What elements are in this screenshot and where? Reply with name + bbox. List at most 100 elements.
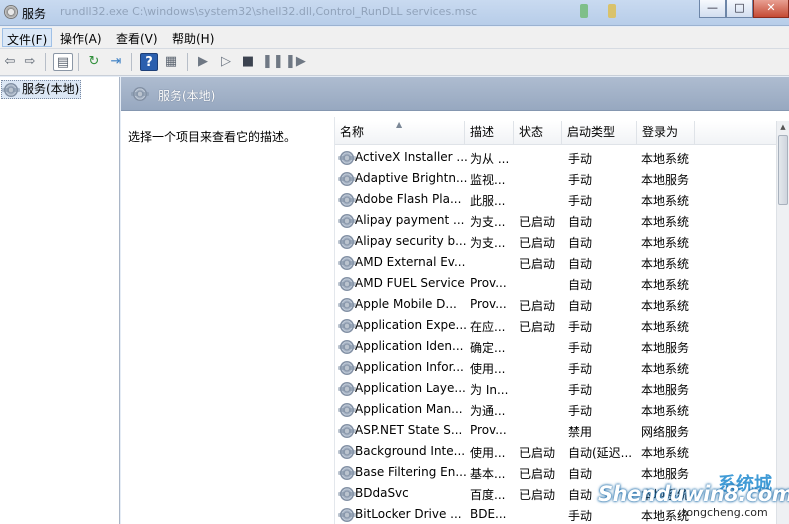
show-tree-icon[interactable]: ▤: [53, 53, 73, 71]
cell-desc: 此服...: [470, 194, 506, 208]
menu-file[interactable]: 文件(F): [2, 28, 53, 47]
start-alt-icon[interactable]: ▷: [217, 53, 235, 71]
table-row[interactable]: AMD External Ev... 已启动 自动 本地系统: [335, 252, 775, 273]
cell-logon: 网络服务: [641, 425, 690, 439]
forward-icon[interactable]: ⇨: [21, 53, 39, 71]
title-bar[interactable]: 服务 rundll32.exe C:\windows\system32\shel…: [0, 0, 789, 26]
menu-action[interactable]: 操作(A): [60, 30, 102, 47]
cell-status: 已启动: [519, 320, 556, 334]
cell-startup: 手动: [568, 173, 593, 187]
cell-status: 已启动: [519, 215, 556, 229]
column-header-label: 状态: [519, 125, 544, 139]
cell-startup: 手动: [568, 509, 593, 523]
maximize-button[interactable]: □: [726, 0, 753, 18]
table-row[interactable]: Adobe Flash Pla... 此服... 手动 本地系统: [335, 189, 775, 210]
column-header-label: 描述: [470, 125, 495, 139]
column-header-name[interactable]: ▲ 名称: [335, 120, 465, 145]
cell-logon: 本地系统: [641, 152, 690, 166]
table-row[interactable]: Alipay security b... 为支... 已启动 自动 本地系统: [335, 231, 775, 252]
pause-icon[interactable]: ❚❚: [262, 53, 284, 71]
cell-name: Adobe Flash Pla...: [355, 192, 462, 206]
table-row[interactable]: Application Man... 为通... 手动 本地系统: [335, 399, 775, 420]
table-row[interactable]: AMD FUEL Service Prov... 自动 本地系统: [335, 273, 775, 294]
table-row[interactable]: BitLocker Drive ... BDE... 手动 本地系统: [335, 504, 775, 524]
menu-help[interactable]: 帮助(H): [172, 30, 214, 47]
back-icon[interactable]: ⇦: [1, 53, 19, 71]
stop-icon[interactable]: ■: [239, 53, 257, 71]
cell-desc: 为支...: [470, 215, 506, 229]
menu-view[interactable]: 查看(V): [116, 30, 158, 47]
tree-item-label: 服务(本地): [22, 82, 80, 96]
table-row[interactable]: Application Infor... 使用... 手动 本地系统: [335, 357, 775, 378]
cell-logon: 本地系统: [641, 446, 690, 460]
service-gear-icon: [338, 256, 356, 270]
table-row[interactable]: Alipay payment ... 为支... 已启动 自动 本地系统: [335, 210, 775, 231]
table-row[interactable]: Base Filtering En... 基本... 已启动 自动 本地服务: [335, 462, 775, 483]
table-row[interactable]: ActiveX Installer ... 为从 ... 手动 本地系统: [335, 147, 775, 168]
cell-desc: 为支...: [470, 236, 506, 250]
description-text: 选择一个项目来查看它的描述。: [128, 130, 297, 144]
service-gear-icon: [338, 277, 356, 291]
properties-icon[interactable]: ▦: [162, 53, 180, 71]
cell-desc: 使用...: [470, 362, 506, 376]
service-gear-icon: [338, 487, 356, 501]
cell-logon: 本地系统: [641, 299, 690, 313]
service-gear-icon: [338, 382, 356, 396]
cell-startup: 自动: [568, 467, 593, 481]
table-row[interactable]: Application Laye... 为 In... 手动 本地服务: [335, 378, 775, 399]
service-gear-icon: [338, 424, 356, 438]
tree-item-services-local[interactable]: 服务(本地): [1, 80, 81, 99]
cell-name: Background Inte...: [355, 444, 466, 458]
table-row[interactable]: Adaptive Brightn... 监视... 手动 本地服务: [335, 168, 775, 189]
close-button[interactable]: ✕: [753, 0, 789, 18]
service-gear-icon: [338, 508, 356, 522]
cell-startup: 手动: [568, 383, 593, 397]
column-header-status[interactable]: 状态: [514, 121, 562, 145]
cell-startup: 自动: [568, 299, 593, 313]
sort-ascending-icon: ▲: [396, 120, 403, 129]
cell-desc: Prov...: [470, 423, 507, 437]
table-row[interactable]: Apple Mobile D... Prov... 已启动 自动 本地系统: [335, 294, 775, 315]
cell-name: Base Filtering En...: [355, 465, 467, 479]
column-header-description[interactable]: 描述: [465, 121, 514, 145]
refresh-icon[interactable]: ↻: [85, 53, 103, 71]
service-gear-icon: [338, 214, 356, 228]
help-icon[interactable]: ?: [140, 53, 158, 71]
services-list[interactable]: ▲ 名称 描述 状态 启动类型 登录为 ActiveX Installer ..…: [334, 117, 789, 524]
export-list-icon[interactable]: ⇥: [107, 53, 125, 71]
cell-logon: 本地系统: [641, 257, 690, 271]
table-row[interactable]: Application Iden... 确定... 手动 本地服务: [335, 336, 775, 357]
cell-desc: 确定...: [470, 341, 506, 355]
cell-logon: 本地服务: [641, 173, 690, 187]
cell-name: BDdaSvc: [355, 486, 409, 500]
scroll-thumb[interactable]: [778, 135, 788, 205]
table-row[interactable]: BDdaSvc 百度... 已启动 自动 本地系统: [335, 483, 775, 504]
column-header-startup-type[interactable]: 启动类型: [562, 121, 637, 145]
table-row[interactable]: Background Inte... 使用... 已启动 自动(延迟... 本地系统: [335, 441, 775, 462]
cell-startup: 自动: [568, 236, 593, 250]
restart-icon[interactable]: ❚▶: [285, 53, 306, 71]
console-tree: 服务(本地): [0, 77, 120, 524]
table-row[interactable]: ASP.NET State S... Prov... 禁用 网络服务: [335, 420, 775, 441]
table-row[interactable]: Application Expe... 在应... 已启动 手动 本地系统: [335, 315, 775, 336]
cell-startup: 手动: [568, 341, 593, 355]
cell-desc: 为通...: [470, 404, 506, 418]
service-gear-icon: [338, 340, 356, 354]
cell-logon: 本地服务: [641, 341, 690, 355]
service-gear-icon: [338, 172, 356, 186]
vertical-scrollbar[interactable]: ▲: [776, 121, 789, 524]
details-pane: 服务(本地) 选择一个项目来查看它的描述。 ▲ 名称 描述 状态 启动类型 登录…: [121, 77, 789, 524]
cell-desc: 在应...: [470, 320, 506, 334]
column-header-logon-as[interactable]: 登录为: [637, 121, 695, 145]
minimize-button[interactable]: —: [699, 0, 726, 18]
window-title: 服务: [22, 7, 47, 21]
service-gear-icon: [338, 298, 356, 312]
scroll-up-icon[interactable]: ▲: [778, 122, 788, 133]
cell-logon: 本地系统: [641, 236, 690, 250]
toolbar-separator: [187, 53, 188, 71]
cell-logon: 本地服务: [641, 467, 690, 481]
cell-name: Application Infor...: [355, 360, 464, 374]
start-icon[interactable]: ▶: [194, 53, 212, 71]
notification-icon: [608, 4, 616, 18]
window-title-path: rundll32.exe C:\windows\system32\shell32…: [60, 5, 478, 18]
